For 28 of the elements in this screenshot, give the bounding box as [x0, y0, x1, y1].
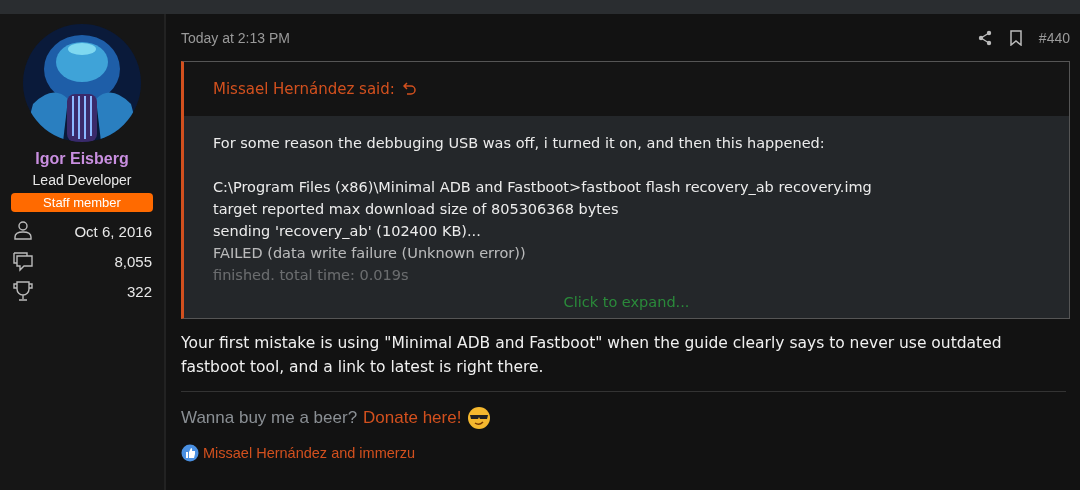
- quote-text: For some reason the debbuging USB was off, i turned it on, and then this happened:: [213, 134, 826, 153]
- person-icon: [12, 220, 34, 242]
- username[interactable]: Igor Eisberg: [35, 150, 129, 168]
- signature-text: Wanna buy me a beer?: [181, 408, 358, 428]
- post-time[interactable]: Today at 2:13 PM: [181, 30, 290, 46]
- trophy-icon: [12, 280, 34, 302]
- log-line: finished. total time: 0.019s: [213, 266, 410, 285]
- user-title: Lead Developer: [32, 172, 132, 188]
- donate-link[interactable]: Donate here!: [363, 408, 462, 428]
- expand-link[interactable]: Click to expand...: [213, 294, 1040, 310]
- quote-author[interactable]: Missael Hernández said:: [213, 80, 395, 98]
- log-line: C:\Program Files (x86)\Minimal ADB and Fastboot>fastboot flash recovery_ab recovery.img: [213, 178, 873, 197]
- reactions-link[interactable]: Missael Hernández and immerzu: [203, 445, 415, 461]
- staff-badge: Staff member: [11, 193, 153, 212]
- chat-bubbles-icon: [12, 250, 34, 272]
- share-icon[interactable]: [976, 30, 993, 46]
- thumbs-up-icon: [181, 444, 199, 462]
- log-line: sending 'recovery_ab' (102400 KB)...: [213, 222, 482, 241]
- log-line: FAILED (data write failure (Unknown error)): [213, 244, 527, 263]
- post-text: Your first mistake is using "Minimal ADB and Fastboot" when the guide clearly says to never use outdated fastboot tool, and a link to latest is right there.: [181, 333, 1003, 378]
- stat-value: Oct 6, 2016: [74, 222, 152, 240]
- log-line: target reported max download size of 805306368 bytes: [213, 200, 620, 219]
- post-number[interactable]: #440: [1038, 30, 1070, 46]
- go-to-quote-icon[interactable]: [402, 82, 417, 96]
- bookmark-icon[interactable]: [1008, 30, 1023, 46]
- sunglasses-emoji-icon: [467, 406, 492, 430]
- stat-value: 322: [126, 282, 152, 300]
- stat-value: 8,055: [114, 252, 152, 270]
